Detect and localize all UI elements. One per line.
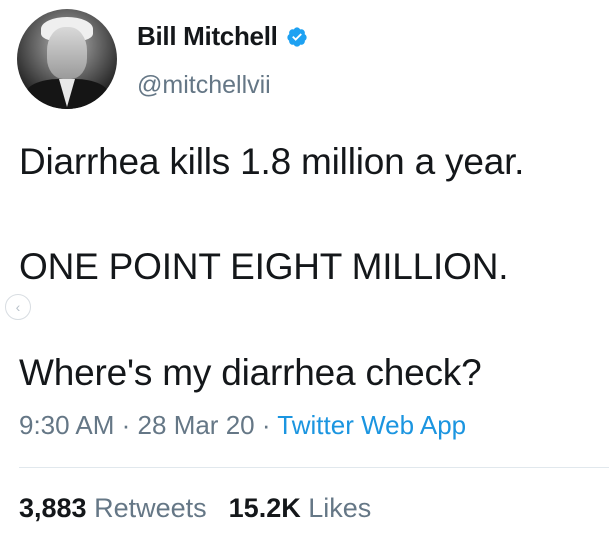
tweet-date[interactable]: 28 Mar 20 bbox=[138, 410, 255, 440]
retweets-stat[interactable]: 3,883 Retweets bbox=[19, 493, 207, 523]
author-name[interactable]: Bill Mitchell bbox=[137, 21, 278, 52]
likes-label: Likes bbox=[308, 493, 372, 523]
divider bbox=[19, 467, 609, 468]
tweet-stats: 3,883 Retweets 15.2K Likes bbox=[19, 493, 371, 524]
author-name-row: Bill Mitchell bbox=[137, 21, 308, 52]
meta-separator: · bbox=[121, 410, 131, 440]
chevron-left-icon[interactable]: ‹ bbox=[5, 294, 31, 320]
tweet-source-link[interactable]: Twitter Web App bbox=[277, 410, 466, 440]
tweet-time[interactable]: 9:30 AM bbox=[19, 410, 114, 440]
avatar[interactable] bbox=[17, 9, 117, 109]
retweets-count: 3,883 bbox=[19, 493, 87, 523]
author-handle[interactable]: @mitchellvii bbox=[137, 71, 271, 100]
tweet-text-line: ONE POINT EIGHT MILLION. bbox=[19, 246, 509, 287]
likes-stat[interactable]: 15.2K Likes bbox=[229, 493, 372, 523]
retweets-label: Retweets bbox=[94, 493, 207, 523]
meta-separator: · bbox=[261, 410, 271, 440]
likes-count: 15.2K bbox=[228, 493, 301, 523]
verified-badge-icon bbox=[286, 26, 307, 47]
tweet-meta: 9:30 AM · 28 Mar 20 · Twitter Web App bbox=[19, 410, 466, 441]
tweet-text-line: Diarrhea kills 1.8 million a year. bbox=[19, 141, 525, 182]
tweet-text-line: Where's my diarrhea check? bbox=[19, 352, 482, 393]
